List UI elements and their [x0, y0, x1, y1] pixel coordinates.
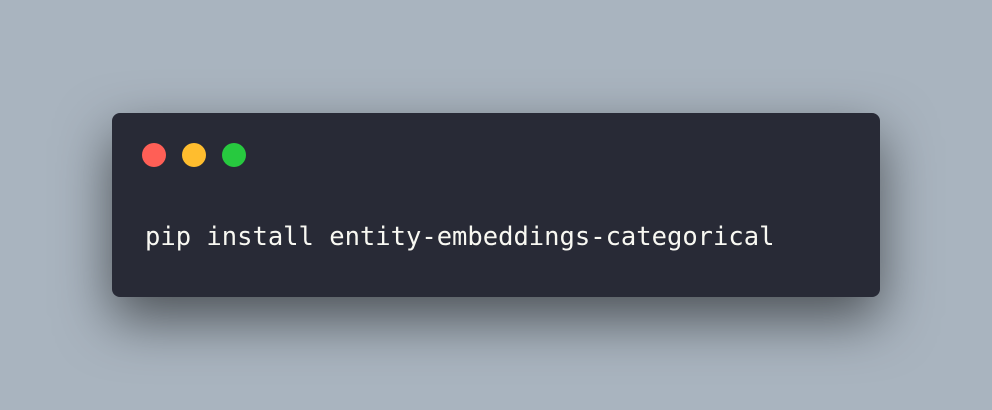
close-dot-icon — [142, 143, 166, 167]
minimize-dot-icon — [182, 143, 206, 167]
window-controls — [142, 143, 246, 167]
code-text: pip install entity-embeddings-categorica… — [145, 222, 775, 252]
maximize-dot-icon — [222, 143, 246, 167]
code-window: pip install entity-embeddings-categorica… — [112, 113, 880, 297]
